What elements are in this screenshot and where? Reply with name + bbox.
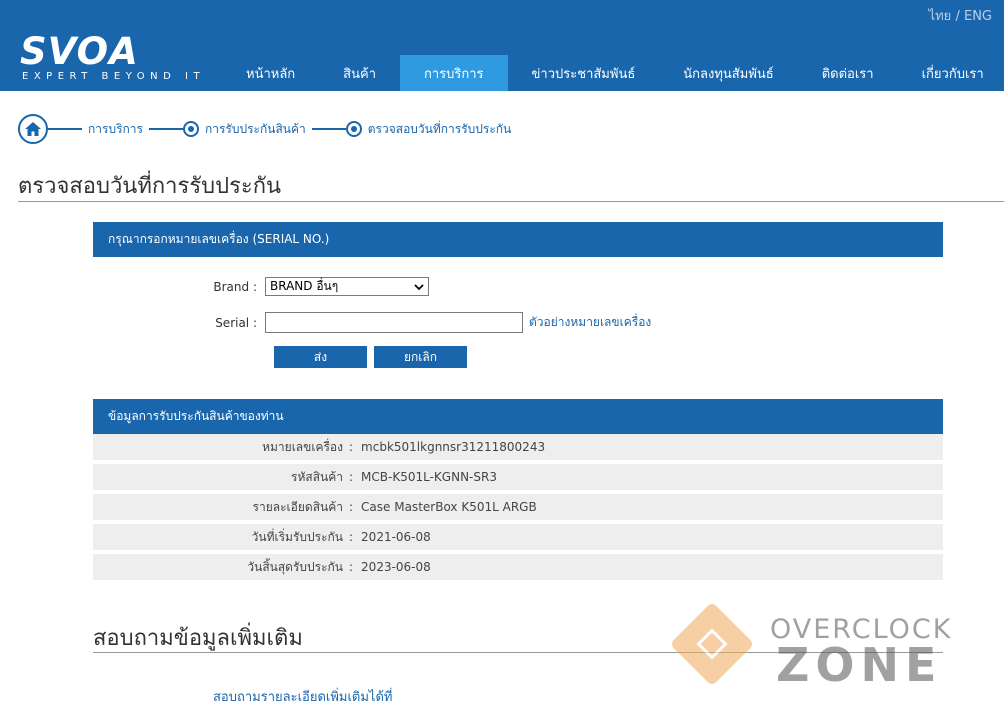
breadcrumb-connector [48,128,82,130]
breadcrumb-connector [148,128,183,130]
breadcrumb-current: ตรวจสอบวันที่การรับประกัน [367,121,512,136]
chevron-down-icon [414,283,424,290]
warranty-row-end-date: วันสิ้นสุดรับประกัน : 2023-06-08 [93,554,943,580]
info-value: Case MasterBox K501L ARGB [361,500,537,514]
more-info-link[interactable]: สอบถามรายละเอียดเพิ่มเติมได้ที่ [213,686,392,703]
page-title: ตรวจสอบวันที่การรับประกัน [18,174,282,199]
warranty-row-serial: หมายเลขเครื่อง : mcbk501lkgnnsr312118002… [93,434,943,460]
cancel-button[interactable]: ยกเลิก [374,346,467,368]
nav-about[interactable]: เกี่ยวกับเรา [898,55,1004,91]
breadcrumb-services[interactable]: การบริการ [88,120,143,139]
info-label: รายละเอียดสินค้า [252,499,343,514]
brand-selected-value: BRAND อื่นๆ [270,279,339,293]
title-divider [18,201,1004,202]
logo-tagline: EXPERT BEYOND IT [22,71,206,82]
info-separator: : [349,470,354,484]
brand-label: Brand : [213,279,257,294]
serial-input[interactable] [265,312,523,333]
breadcrumb: การบริการ การรับประกันสินค้า ตรวจสอบวันท… [18,114,517,144]
info-separator: : [349,500,354,514]
serial-form-header: กรุณากรอกหมายเลขเครื่อง (SERIAL NO.) [93,222,943,257]
language-switcher: ไทย / ENG [929,5,992,26]
warranty-row-product-code: รหัสสินค้า : MCB-K501L-KGNN-SR3 [93,464,943,490]
brand-select[interactable]: BRAND อื่นๆ [265,277,429,296]
lang-eng-link[interactable]: ENG [964,9,992,24]
info-value: 2021-06-08 [361,530,431,544]
info-label: วันที่เริ่มรับประกัน [251,529,343,544]
nav-products[interactable]: สินค้า [319,55,400,91]
breadcrumb-dot-icon [182,121,199,137]
nav-news[interactable]: ข่าวประชาสัมพันธ์ [508,55,660,91]
info-label: วันสิ้นสุดรับประกัน [247,559,343,574]
watermark-line2: ZONE [776,638,943,692]
warranty-row-start-date: วันที่เริ่มรับประกัน : 2021-06-08 [93,524,943,550]
submit-button[interactable]: ส่ง [274,346,367,368]
svoa-logo[interactable]: SVOA EXPERT BEYOND IT [20,30,220,86]
info-separator: : [349,560,354,574]
nav-home[interactable]: หน้าหลัก [222,55,319,91]
info-separator: : [349,440,354,454]
info-value: MCB-K501L-KGNN-SR3 [361,470,497,484]
info-label: รหัสสินค้า [291,469,343,484]
info-value: 2023-06-08 [361,560,431,574]
info-value: mcbk501lkgnnsr31211800243 [361,440,546,454]
logo-wordmark: SVOA [20,30,139,73]
serial-label: Serial : [215,315,257,330]
breadcrumb-dot-icon [345,121,362,137]
serial-example-link[interactable]: ตัวอย่างหมายเลขเครื่อง [529,313,651,332]
main-nav: หน้าหลัก สินค้า การบริการ ข่าวประชาสัมพั… [222,55,1004,91]
house-icon [25,122,41,136]
home-icon[interactable] [18,114,48,144]
overclockzone-watermark: OVERCLOCK ZONE [669,601,998,696]
breadcrumb-connector [311,128,346,130]
breadcrumb-warranty[interactable]: การรับประกันสินค้า [205,120,306,139]
brand-row: Brand : BRAND อื่นๆ [93,277,429,296]
site-header: ไทย / ENG SVOA EXPERT BEYOND IT หน้าหลัก… [0,0,1004,91]
warranty-info-header: ข้อมูลการรับประกันสินค้าของท่าน [93,399,943,434]
info-label: หมายเลขเครื่อง [262,439,343,454]
info-separator: : [349,530,354,544]
lang-separator: / [955,9,960,24]
nav-investor-relations[interactable]: นักลงทุนสัมพันธ์ [659,55,797,91]
nav-contact[interactable]: ติดต่อเรา [798,55,898,91]
more-info-title: สอบถามข้อมูลเพิ่มเติม [93,626,303,651]
nav-services[interactable]: การบริการ [400,55,508,91]
warranty-row-description: รายละเอียดสินค้า : Case MasterBox K501L … [93,494,943,520]
serial-row: Serial : ตัวอย่างหมายเลขเครื่อง [93,312,651,333]
lang-thai-link[interactable]: ไทย [929,9,952,24]
